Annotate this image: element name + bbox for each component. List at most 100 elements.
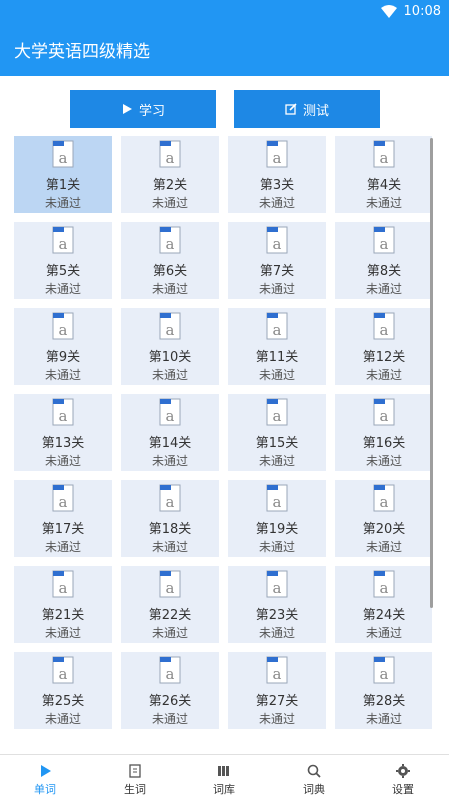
nav-item[interactable]: 设置 (358, 759, 448, 799)
level-status: 未通过 (365, 626, 402, 640)
level-status: 未通过 (44, 282, 81, 296)
document-icon: a (373, 656, 395, 684)
level-label: 第15关 (255, 436, 299, 451)
level-cell[interactable]: a 第16关 未通过 (335, 394, 432, 471)
level-cell[interactable]: a 第3关未通过 (228, 136, 326, 213)
document-icon: a (266, 398, 288, 426)
level-cell[interactable]: a 第21关 未通过 (14, 566, 112, 643)
level-status: 未通过 (44, 196, 81, 210)
document-icon: a (373, 312, 395, 340)
svg-text:a: a (273, 665, 282, 683)
nav-item[interactable]: 词典 (269, 759, 359, 799)
page-title: 大学英语四级精选 (14, 42, 150, 62)
nav-item[interactable]: 词库 (179, 759, 269, 799)
document-icon: a (266, 570, 288, 598)
level-status: 未通过 (44, 540, 81, 554)
level-cell[interactable]: a 第28关 未通过 (335, 652, 432, 729)
level-status: 未通过 (151, 454, 188, 468)
svg-text:a: a (59, 493, 68, 511)
document-icon: a (159, 140, 181, 168)
level-cell[interactable]: a 第24关未通过 (335, 566, 432, 643)
svg-text:a: a (380, 493, 389, 511)
level-cell[interactable]: a 第23关 未通过 (228, 566, 326, 643)
level-status: 未通过 (151, 540, 188, 554)
level-status: 未通过 (365, 454, 402, 468)
level-cell[interactable]: a 第10关未通过 (121, 308, 219, 385)
level-cell[interactable]: a 第6关未通过 (121, 222, 219, 299)
level-cell[interactable]: a 第17关 未通过 (14, 480, 112, 557)
level-status: 未通过 (258, 626, 295, 640)
level-status: 未通过 (365, 712, 402, 726)
level-status: 未通过 (151, 712, 188, 726)
test-button[interactable]: 测试 (234, 90, 380, 128)
level-cell[interactable]: a 第18关 未通过 (121, 480, 219, 557)
level-status: 未通过 (151, 196, 188, 210)
document-icon: a (266, 140, 288, 168)
level-cell[interactable]: a 第25关 未通过 (14, 652, 112, 729)
bottom-navigation: 单词 生词 词库 词典 设置 (0, 754, 449, 800)
nav-item[interactable]: 单词 (0, 759, 90, 799)
document-icon: a (52, 570, 74, 598)
level-cell[interactable]: a 第27关 未通过 (228, 652, 326, 729)
level-status: 未通过 (44, 454, 81, 468)
scrollbar[interactable] (430, 138, 433, 608)
document-icon: a (266, 312, 288, 340)
svg-text:a: a (380, 407, 389, 425)
level-cell[interactable]: a 第13关 未通过 (14, 394, 112, 471)
level-cell[interactable]: a 第19关 未通过 (228, 480, 326, 557)
nav-item[interactable]: 生词 (90, 759, 180, 799)
svg-text:a: a (166, 407, 175, 425)
level-cell[interactable]: a 第4关 未通过 (335, 136, 432, 213)
svg-text:a: a (166, 149, 175, 167)
svg-text:a: a (273, 407, 282, 425)
level-label: 第9关 (45, 350, 81, 365)
document-icon: a (52, 656, 74, 684)
level-cell[interactable]: a 第5关 未通过 (14, 222, 112, 299)
document-icon: a (159, 312, 181, 340)
level-cell[interactable]: a 第12关 未通过 (335, 308, 432, 385)
nav-label: 词典 (303, 783, 325, 796)
action-buttons: 学习 测试 (0, 88, 449, 128)
document-icon: a (52, 312, 74, 340)
learn-button[interactable]: 学习 (70, 90, 216, 128)
level-cell[interactable]: a 第8关 未通过 (335, 222, 432, 299)
level-cell[interactable]: a 第2关未通过 (121, 136, 219, 213)
level-status: 未通过 (258, 196, 295, 210)
nav-label: 词库 (213, 783, 235, 796)
level-status: 未通过 (151, 282, 188, 296)
level-label: 第2关 (152, 178, 188, 193)
level-status: 未通过 (151, 368, 188, 382)
svg-text:a: a (59, 665, 68, 683)
svg-text:a: a (166, 235, 175, 253)
level-label: 第6关 (152, 264, 188, 279)
level-cell[interactable]: a 第9关 未通过 (14, 308, 112, 385)
level-label: 第3关 (259, 178, 295, 193)
level-status: 未通过 (258, 282, 295, 296)
level-cell[interactable]: a 第14关 未通过 (121, 394, 219, 471)
play-icon (122, 104, 132, 114)
level-status: 未通过 (258, 368, 295, 382)
level-label: 第10关 (148, 350, 192, 365)
level-status: 未通过 (365, 282, 402, 296)
level-cell[interactable]: a 第22关 未通过 (121, 566, 219, 643)
svg-text:a: a (273, 579, 282, 597)
level-label: 第24关 (362, 608, 406, 623)
level-cell[interactable]: a 第15关 未通过 (228, 394, 326, 471)
level-label: 第21关 (41, 608, 85, 623)
level-label: 第11关 (255, 350, 299, 365)
svg-text:a: a (59, 149, 68, 167)
notebook-icon (129, 764, 141, 778)
svg-text:a: a (59, 321, 68, 339)
level-cell[interactable]: a 第11关未通过 (228, 308, 326, 385)
svg-text:a: a (166, 665, 175, 683)
level-cell[interactable]: a 第7关 未通过 (228, 222, 326, 299)
app-bar: 大学英语四级精选 (0, 24, 449, 76)
document-icon: a (373, 570, 395, 598)
document-icon: a (266, 656, 288, 684)
level-cell[interactable]: a 第26关 未通过 (121, 652, 219, 729)
level-label: 第20关 (362, 522, 406, 537)
level-label: 第1关 (45, 178, 81, 193)
level-cell[interactable]: a 第20关 未通过 (335, 480, 432, 557)
level-cell[interactable]: a 第1关未通过 (14, 136, 112, 213)
document-icon: a (159, 398, 181, 426)
